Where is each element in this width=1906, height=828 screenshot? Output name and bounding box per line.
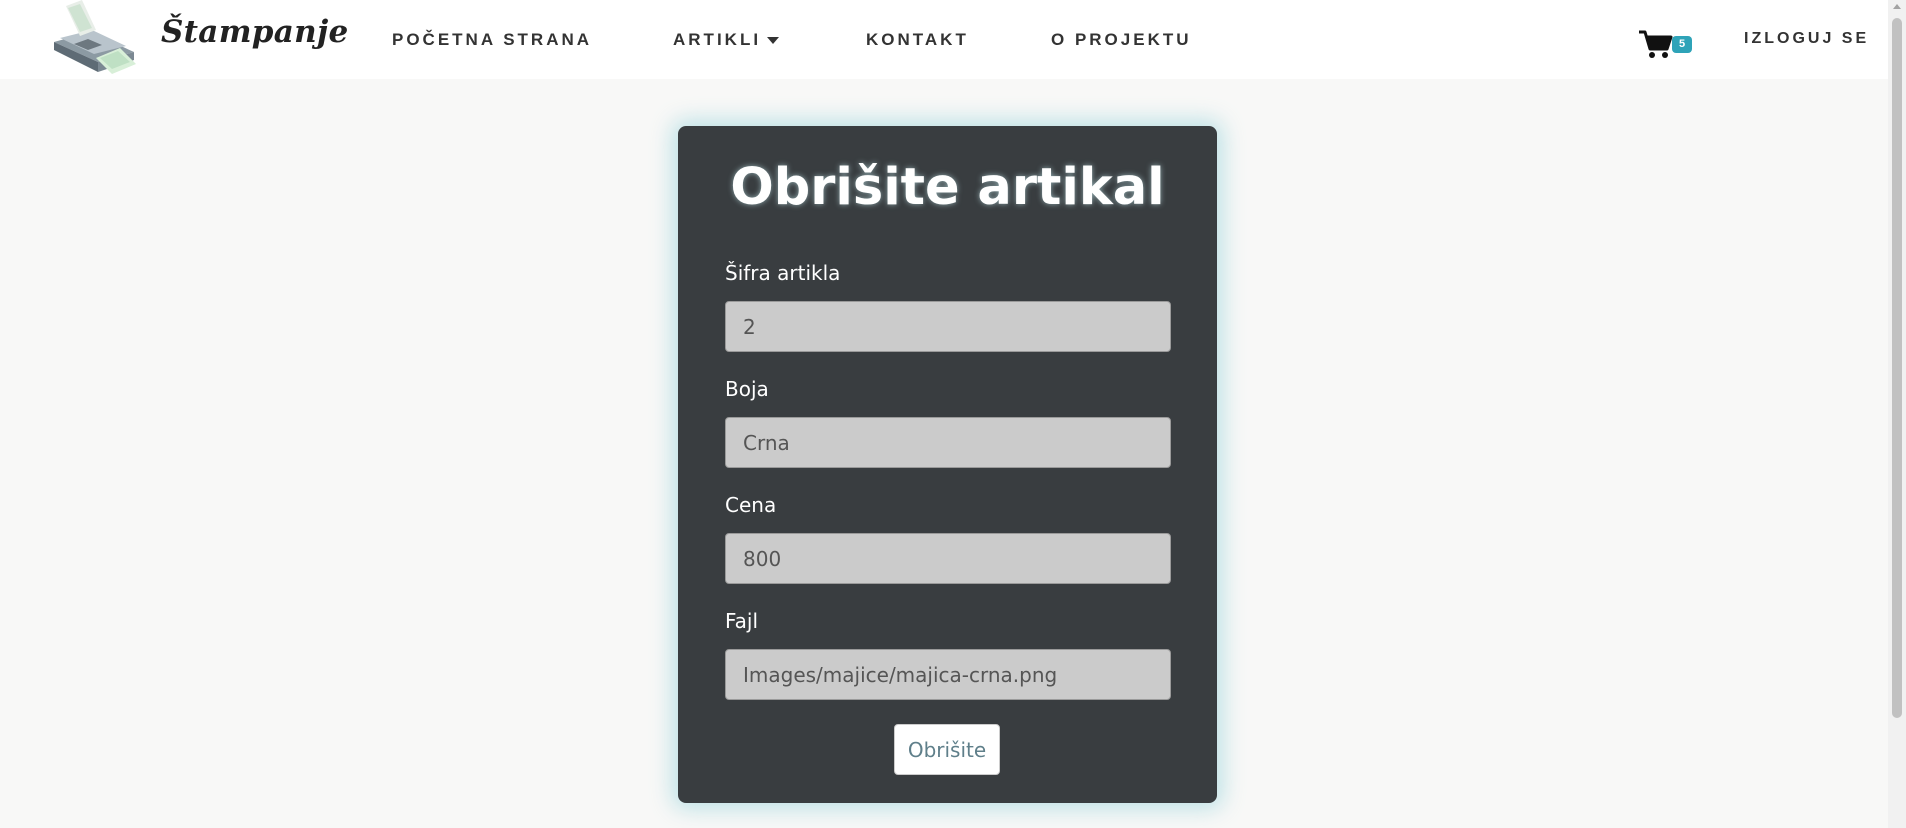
scrollbar-thumb[interactable] xyxy=(1892,18,1902,718)
top-navbar: Štampanje POČETNA STRANA ARTIKLI KONTAKT… xyxy=(0,0,1888,79)
logout-link[interactable]: IZLOGUJ SE xyxy=(1744,30,1869,48)
nav-o-projektu-label[interactable]: O PROJEKTU xyxy=(1051,30,1192,49)
nav-kontakt-label[interactable]: KONTAKT xyxy=(866,30,969,49)
nav-artikli-label[interactable]: ARTIKLI xyxy=(673,30,761,49)
caret-down-icon[interactable] xyxy=(767,37,780,45)
brand-title[interactable]: Štampanje xyxy=(161,14,349,50)
sifra-artikla-input[interactable] xyxy=(725,301,1171,352)
nav-o-projektu[interactable]: O PROJEKTU xyxy=(1051,30,1192,50)
field-label-sifra: Šifra artikla xyxy=(725,261,841,285)
field-label-fajl: Fajl xyxy=(725,609,759,633)
nav-artikli-dropdown[interactable]: ARTIKLI xyxy=(673,30,780,50)
nav-home-label[interactable]: POČETNA STRANA xyxy=(392,30,592,49)
boja-input[interactable] xyxy=(725,417,1171,468)
shopping-cart-icon[interactable] xyxy=(1638,28,1674,60)
field-label-boja: Boja xyxy=(725,377,769,401)
logout-label[interactable]: IZLOGUJ SE xyxy=(1744,30,1869,47)
cena-input[interactable] xyxy=(725,533,1171,584)
cart-count-badge: 5 xyxy=(1672,36,1692,53)
fajl-input[interactable] xyxy=(725,649,1171,700)
scroll-up-arrow-icon[interactable] xyxy=(1893,4,1901,9)
nav-kontakt[interactable]: KONTAKT xyxy=(866,30,969,50)
nav-home[interactable]: POČETNA STRANA xyxy=(392,30,592,50)
delete-item-form: Obrišite artikal Šifra artikla Boja Cena… xyxy=(678,126,1217,803)
page-scrollbar[interactable] xyxy=(1888,0,1906,828)
form-title: Obrišite artikal xyxy=(730,158,1165,217)
printer-icon[interactable] xyxy=(46,0,136,78)
field-label-cena: Cena xyxy=(725,493,777,517)
delete-submit-button[interactable]: Obrišite xyxy=(894,724,1000,775)
